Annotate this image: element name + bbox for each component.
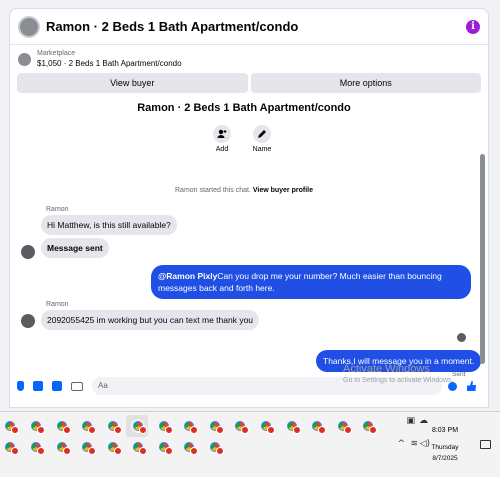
add-label: Add <box>215 146 229 153</box>
sender-name: Ramon <box>46 206 69 213</box>
chrome-icon[interactable] <box>3 440 19 455</box>
started-text: Ramon started this chat. <box>175 187 251 194</box>
chrome-icon[interactable] <box>157 440 173 455</box>
chrome-icon[interactable] <box>208 440 224 455</box>
add-people-button[interactable]: Add <box>210 125 234 153</box>
chrome-icon[interactable] <box>106 419 122 434</box>
activate-windows-watermark: Activate Windows Go to Settings to activ… <box>343 363 454 384</box>
listing-thumbnail <box>18 52 31 66</box>
mention[interactable]: @Ramon Pixly <box>158 271 217 281</box>
view-buyer-button[interactable]: View buyer <box>17 73 248 93</box>
message-thread: Ramon · 2 Beds 1 Bath Apartment/condo Ad… <box>10 99 482 407</box>
wifi-icon[interactable]: ≋ <box>410 439 418 449</box>
marketplace-listing[interactable]: Marketplace $1,050 · 2 Beds 1 Bath Apart… <box>10 45 488 73</box>
read-receipt-avatar <box>457 333 466 342</box>
meet-now-icon[interactable]: ▣ <box>406 416 415 426</box>
listing-label: Marketplace <box>37 50 76 57</box>
chrome-icon[interactable] <box>157 419 173 434</box>
clock-date-value: 8/7/2025 <box>432 455 458 462</box>
gif-icon[interactable] <box>71 381 83 391</box>
photo-icon[interactable] <box>33 381 43 391</box>
thread-title: Ramon · 2 Beds 1 Bath Apartment/condo <box>137 102 351 114</box>
incoming-message[interactable]: Hi Matthew, is this still available? <box>41 215 177 235</box>
cloud-icon[interactable]: ☁ <box>419 416 428 426</box>
more-options-button[interactable]: More options <box>250 73 481 93</box>
quick-actions: Add Name <box>210 125 274 153</box>
chrome-icon[interactable] <box>361 419 377 434</box>
incoming-message[interactable]: Message sent <box>41 238 109 258</box>
name-label: Name <box>252 146 272 153</box>
chrome-icon[interactable] <box>259 419 275 434</box>
chrome-icon[interactable] <box>3 419 19 434</box>
avatar[interactable] <box>18 15 40 38</box>
incoming-message[interactable]: 2092055425 im working but you can text m… <box>41 310 260 330</box>
thread-scrollbar[interactable] <box>480 99 486 369</box>
listing-actions: View buyer More options <box>10 73 488 93</box>
chrome-icon[interactable] <box>80 440 96 455</box>
notification-icon[interactable] <box>480 440 491 449</box>
sender-avatar[interactable] <box>21 314 35 328</box>
name-button[interactable]: Name <box>250 125 274 153</box>
chat-started-notice: Ramon started this chat. View buyer prof… <box>10 187 478 194</box>
chat-header: Ramon · 2 Beds 1 Bath Apartment/condo i <box>10 9 488 45</box>
outgoing-message[interactable]: @Ramon PixlyCan you drop me your number?… <box>151 265 471 299</box>
chrome-icon[interactable] <box>131 419 147 434</box>
microphone-icon[interactable] <box>17 381 24 391</box>
watermark-title: Activate Windows <box>343 363 430 375</box>
listing-value: $1,050 · 2 Beds 1 Bath Apartment/condo <box>37 59 182 68</box>
chat-window: Ramon · 2 Beds 1 Bath Apartment/condo i … <box>9 8 489 408</box>
taskbar: ▣ ☁ ^ ≋ ◁) 8:03 PM Thursday 8/7/2025 <box>0 411 500 477</box>
chrome-icon[interactable] <box>106 440 122 455</box>
clock-day: Thursday <box>431 444 459 451</box>
clock-time[interactable]: 8:03 PM <box>425 427 465 434</box>
chrome-icon[interactable] <box>285 419 301 434</box>
info-icon[interactable]: i <box>466 19 480 34</box>
chevron-up-icon[interactable]: ^ <box>397 439 405 449</box>
chrome-icon[interactable] <box>29 419 45 434</box>
watermark-subtitle: Go to Settings to activate Windows. <box>343 377 454 384</box>
sender-name: Ramon <box>46 301 69 308</box>
sender-avatar[interactable] <box>21 245 35 259</box>
chrome-icon[interactable] <box>208 419 224 434</box>
chrome-icon[interactable] <box>55 419 71 434</box>
chrome-icon[interactable] <box>55 440 71 455</box>
chrome-icon[interactable] <box>29 440 45 455</box>
add-person-icon <box>213 125 231 143</box>
chat-title[interactable]: Ramon · 2 Beds 1 Bath Apartment/condo <box>46 19 466 34</box>
view-buyer-profile-link[interactable]: View buyer profile <box>253 187 313 194</box>
sticker-icon[interactable] <box>52 381 62 391</box>
chrome-icon[interactable] <box>182 440 198 455</box>
clock-date[interactable]: Thursday 8/7/2025 <box>425 442 465 464</box>
chrome-icon[interactable] <box>310 419 326 434</box>
chrome-icon[interactable] <box>336 419 352 434</box>
thumbs-up-icon[interactable] <box>467 381 476 391</box>
chrome-icon[interactable] <box>233 419 249 434</box>
scrollbar-thumb[interactable] <box>480 154 485 364</box>
pencil-icon <box>253 125 271 143</box>
chrome-icon[interactable] <box>131 440 147 455</box>
chrome-icon[interactable] <box>182 419 198 434</box>
chrome-icon[interactable] <box>80 419 96 434</box>
